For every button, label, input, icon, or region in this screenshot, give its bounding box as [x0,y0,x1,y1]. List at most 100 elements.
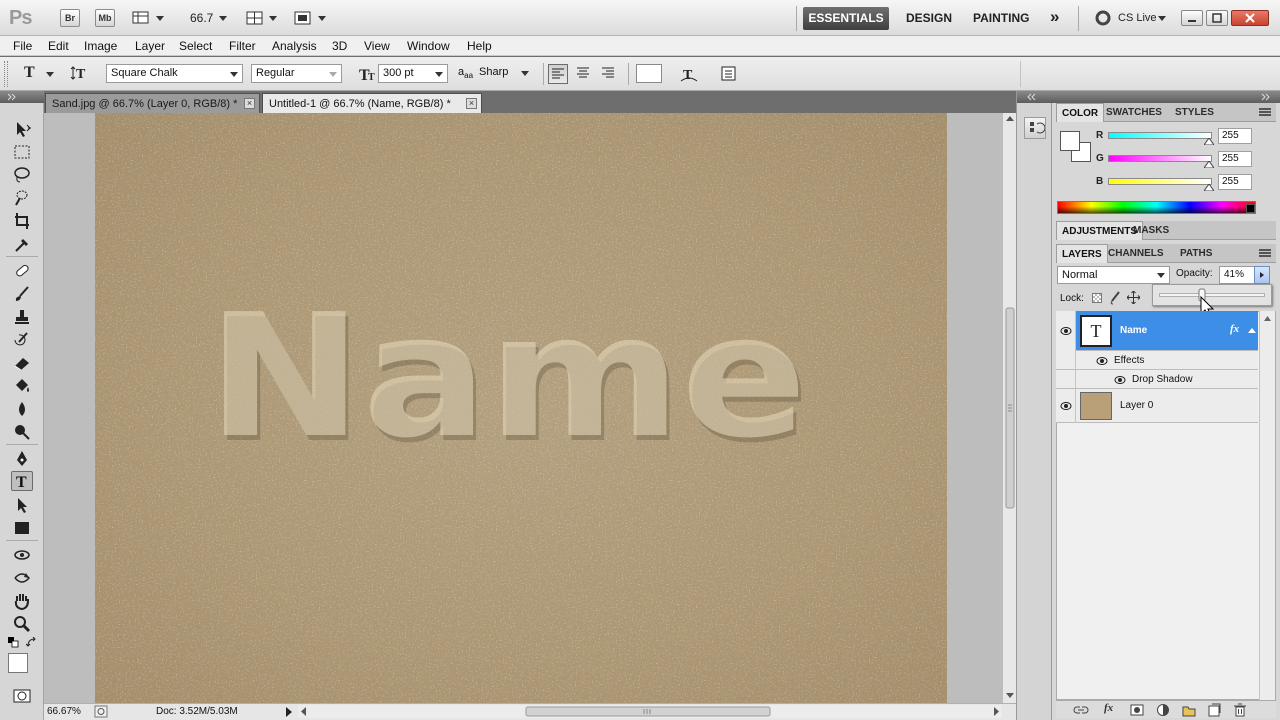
zoom-level[interactable]: 66.7 [190,11,213,25]
workspace-design-button[interactable]: DESIGN [906,11,952,25]
layer-visibility-toggle[interactable] [1056,389,1076,423]
eyedropper-tool-icon[interactable] [11,234,33,254]
channel-b-slider[interactable] [1108,178,1212,185]
channel-g-slider[interactable] [1108,155,1212,162]
channel-g-slider-thumb[interactable] [1204,161,1214,168]
tool-preset-icon[interactable]: T [24,64,35,82]
3d-orbit-tool-icon[interactable] [11,568,33,588]
effects-visibility-icon[interactable] [1095,356,1109,366]
layers-scrollbar[interactable] [1259,311,1275,700]
launch-minibridge-button[interactable]: Mb [95,9,115,27]
view-extras-dropdown-icon[interactable] [156,16,164,21]
layer-name[interactable]: Layer 0 [1120,400,1153,411]
channel-g-input[interactable]: 255 [1218,151,1252,167]
cslive-icon[interactable] [1095,10,1111,26]
lasso-tool-icon[interactable] [11,165,33,185]
tab-layers[interactable]: LAYERS [1056,244,1108,263]
warp-text-icon[interactable]: T [678,63,700,85]
cslive-dropdown-icon[interactable] [1158,16,1166,21]
marquee-tool-icon[interactable] [11,142,33,162]
foreground-color-swatch[interactable] [8,653,28,673]
path-selection-tool-icon[interactable] [11,495,33,515]
tab-masks[interactable]: MASKS [1128,221,1174,240]
horizontal-scrollbar[interactable] [298,705,1002,718]
status-menu-arrow-icon[interactable] [286,707,292,717]
dock-header[interactable] [1017,91,1053,103]
status-preview-icon[interactable] [94,705,108,718]
menu-3d[interactable]: 3D [332,39,347,53]
tab-channels[interactable]: CHANNELS [1103,244,1169,263]
launch-bridge-button[interactable]: Br [60,9,80,27]
effect-drop-shadow-row[interactable]: Drop Shadow [1056,370,1258,389]
workspace-painting-button[interactable]: PAINTING [973,11,1029,25]
layer-effects-row[interactable]: Effects [1056,351,1258,370]
opacity-input[interactable]: 41% [1219,266,1255,284]
lock-transparency-icon[interactable] [1092,293,1102,303]
default-colors-icon[interactable] [8,637,20,649]
font-size-input[interactable]: 300 pt [378,64,448,83]
tools-panel-header[interactable] [0,91,44,103]
layer-name[interactable]: Name [1120,325,1147,336]
channel-r-input[interactable]: 255 [1218,128,1252,144]
hand-tool-icon[interactable] [11,591,33,611]
channel-b-input[interactable]: 255 [1218,174,1252,190]
zoom-dropdown-icon[interactable] [219,16,227,21]
tab-paths[interactable]: PATHS [1175,244,1217,263]
tab-swatches[interactable]: SWATCHES [1101,103,1167,122]
close-tab-icon[interactable]: × [244,98,255,109]
blur-tool-icon[interactable] [11,399,33,419]
text-color-swatch[interactable] [636,64,662,83]
color-panel-menu-icon[interactable] [1259,108,1271,116]
type-tool-icon[interactable]: T [11,471,33,491]
crop-tool-icon[interactable] [11,211,33,231]
layer-fx-icon[interactable]: fx [1230,323,1239,335]
document-tab-sand[interactable]: Sand.jpg @ 66.7% (Layer 0, RGB/8) * × [45,93,260,113]
quick-selection-tool-icon[interactable] [11,188,33,208]
zoom-tool-icon[interactable] [11,614,33,634]
toggle-text-orientation-icon[interactable]: T [70,63,90,83]
font-family-select[interactable]: Square Chalk [106,64,243,83]
swap-colors-icon[interactable] [26,637,38,649]
move-tool-icon[interactable] [11,119,33,139]
menu-help[interactable]: Help [467,39,492,53]
antialias-select[interactable]: Sharp [475,64,533,83]
vertical-scrollbar[interactable] [1002,113,1016,703]
font-style-select[interactable]: Regular [251,64,342,83]
menu-select[interactable]: Select [179,39,212,53]
eraser-tool-icon[interactable] [11,353,33,373]
menu-file[interactable]: File [13,39,32,53]
menu-window[interactable]: Window [407,39,450,53]
document-canvas[interactable]: Name Name [95,113,947,703]
dodge-tool-icon[interactable] [11,422,33,442]
workspace-essentials-button[interactable]: ESSENTIALS [803,7,889,30]
layer-row-layer-0[interactable]: Layer 0 [1056,389,1258,423]
cslive-menu[interactable]: CS Live [1118,12,1157,24]
layer-visibility-toggle[interactable] [1056,311,1076,351]
arrange-dropdown-icon[interactable] [269,16,277,21]
drop-shadow-label[interactable]: Drop Shadow [1132,374,1193,385]
screen-mode-icon[interactable] [293,9,313,27]
options-grip[interactable] [4,61,8,87]
tool-preset-dropdown-icon[interactable] [46,72,54,77]
align-center-button[interactable] [574,64,594,84]
menu-analysis[interactable]: Analysis [272,39,317,53]
new-layer-icon[interactable] [1207,703,1221,717]
status-zoom[interactable]: 66.67% [47,706,81,717]
more-workspaces-button[interactable]: » [1050,7,1059,27]
tab-color[interactable]: COLOR [1056,103,1105,122]
add-layer-style-icon[interactable]: fx [1104,702,1113,714]
drop-shadow-visibility-icon[interactable] [1113,375,1127,385]
lock-pixels-icon[interactable] [1109,291,1121,305]
menu-view[interactable]: View [364,39,390,53]
panel-column-header[interactable] [1052,91,1280,103]
rectangle-tool-icon[interactable] [11,518,33,538]
layer-row-name[interactable]: T Name fx [1056,311,1258,351]
quick-mask-icon[interactable] [13,689,31,703]
color-foreground-swatch[interactable] [1060,131,1080,151]
screen-mode-dropdown-icon[interactable] [318,16,326,21]
channel-r-slider-thumb[interactable] [1204,138,1214,145]
close-window-button[interactable] [1231,10,1269,26]
channel-b-slider-thumb[interactable] [1204,184,1214,191]
menu-layer[interactable]: Layer [135,39,165,53]
arrange-documents-icon[interactable] [245,9,265,27]
